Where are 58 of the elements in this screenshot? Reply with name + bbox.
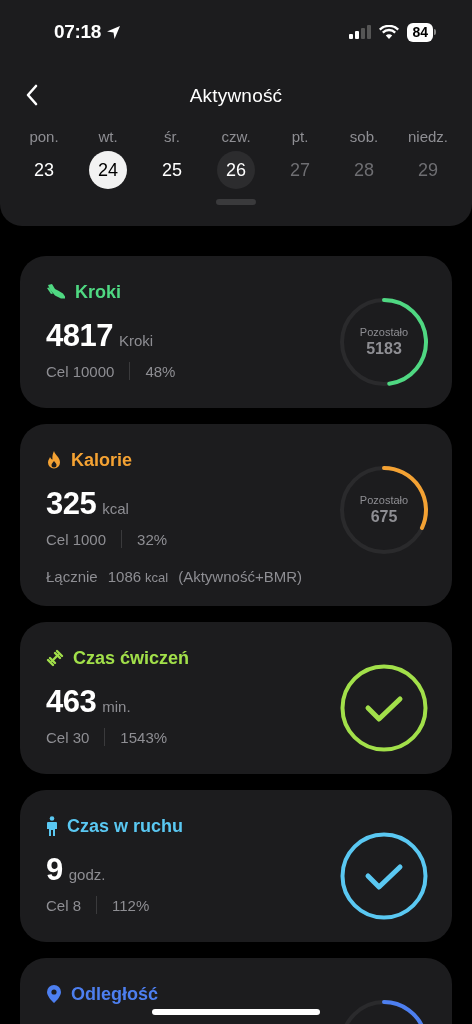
metric-value: 9 (46, 852, 63, 888)
weekday-label: sob. (349, 128, 379, 145)
weekday-label: czw. (221, 128, 251, 145)
location-pin-icon (46, 984, 62, 1004)
weekday-label: pt. (291, 128, 309, 145)
screen-title: Aktywność (189, 85, 283, 107)
shoe-icon (46, 283, 66, 301)
metric-unit: Kroki (118, 332, 154, 349)
battery-level: 84 (407, 22, 433, 42)
card-title: Czas ćwiczeń (73, 647, 190, 669)
metric-card[interactable]: Kalorie 325 kcal Cel 1000 32% Łącznie 1086 kcal (Aktywność+BMR) Pozostało 675 (20, 424, 452, 606)
total-note: (Aktywność+BMR) (178, 568, 302, 585)
goal-percent: 32% (137, 530, 168, 548)
dumbbell-icon (46, 649, 64, 667)
remaining-value: 5183 (366, 340, 402, 358)
wifi-icon (379, 25, 400, 39)
goal-text: Cel 10000 (46, 362, 115, 380)
metric-unit: min. (102, 698, 131, 715)
goal-percent: 112% (112, 896, 150, 914)
goal-text: Cel 8 (46, 896, 82, 914)
metric-card[interactable]: Kroki 4817 Kroki Cel 10000 48% Pozostało 5183 (20, 256, 452, 408)
card-title: Kalorie (71, 449, 133, 471)
metric-unit: kcal (102, 500, 129, 517)
date-button[interactable]: 25 (153, 151, 191, 189)
total-value: 1086 (107, 568, 142, 585)
card-title: Czas w ruchu (67, 815, 184, 837)
remaining-label: Pozostało (359, 326, 409, 338)
metric-card[interactable]: Czas ćwiczeń 463 min. Cel 30 1543% (20, 622, 452, 774)
weekday-label: niedz. (408, 128, 448, 145)
status-time: 07:18 (54, 21, 102, 43)
weekday-label: śr. (164, 128, 180, 145)
signal-icon (349, 25, 372, 39)
goal-percent: 1543% (120, 728, 168, 746)
metric-value: 325 (46, 486, 97, 522)
goal-text: Cel 1000 (46, 530, 107, 548)
metric-value: 4817 (46, 318, 113, 354)
card-title: Odległość (71, 983, 159, 1005)
person-icon (46, 816, 58, 836)
weekday-label: pon. (29, 128, 59, 145)
location-arrow-icon (106, 24, 122, 40)
metric-unit: godz. (68, 866, 106, 883)
total-unit: kcal (145, 570, 169, 585)
drag-handle[interactable] (216, 199, 256, 205)
remaining-value: 675 (370, 508, 398, 526)
card-title: Kroki (75, 281, 121, 303)
flame-icon (46, 450, 62, 470)
date-button[interactable]: 26 (217, 151, 255, 189)
goal-percent: 48% (145, 362, 176, 380)
remaining-label: Pozostało (359, 494, 409, 506)
date-button[interactable]: 23 (25, 151, 63, 189)
progress-arc (382, 1000, 426, 1024)
metric-value: 463 (46, 684, 97, 720)
weekday-label: wt. (98, 128, 118, 145)
metric-card[interactable]: Czas w ruchu 9 godz. Cel 8 112% (20, 790, 452, 942)
goal-text: Cel 30 (46, 728, 90, 746)
total-label: Łącznie (46, 568, 98, 585)
metric-card[interactable]: Odległość (20, 958, 452, 1024)
date-button[interactable]: 24 (89, 151, 127, 189)
